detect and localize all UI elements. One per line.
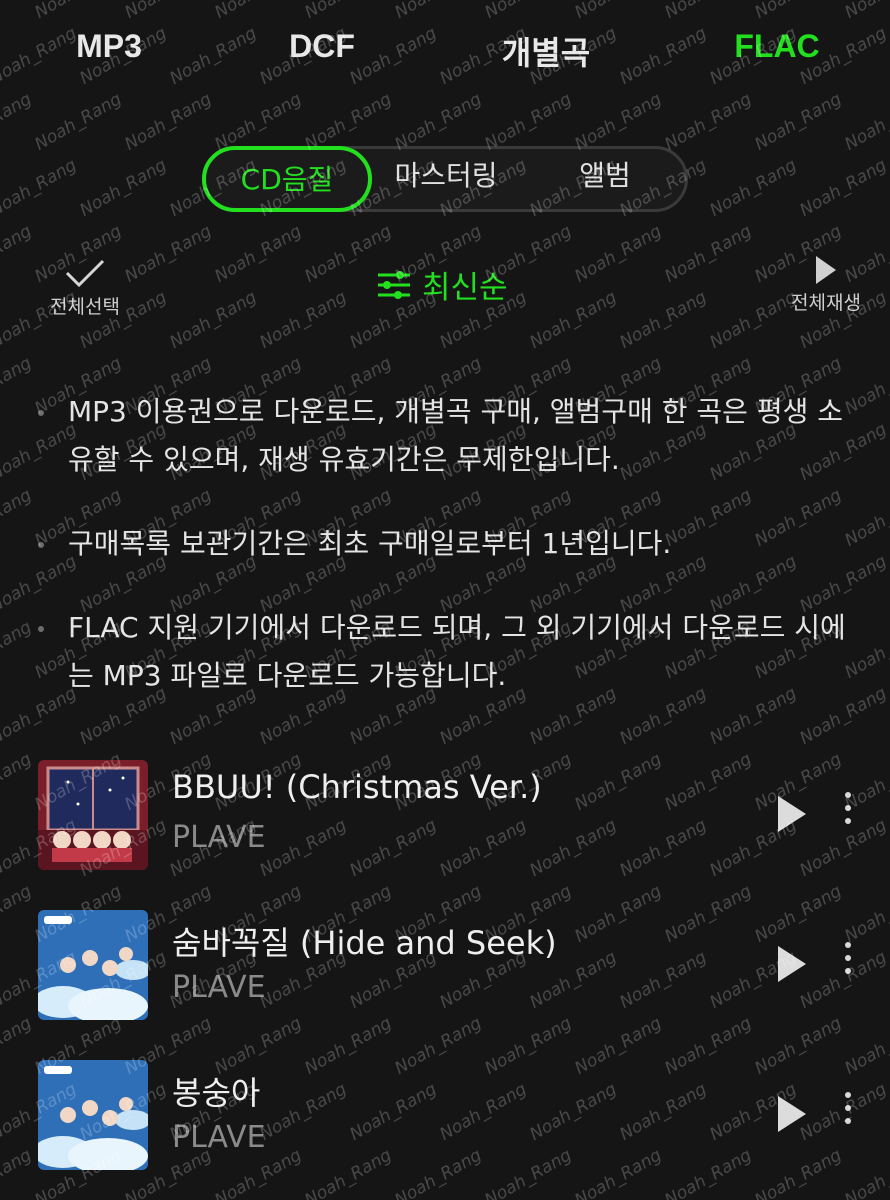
watermark-text: Noah_Rang [121,89,216,155]
play-icon[interactable] [774,792,810,836]
track-artist: PLAVE [172,820,266,855]
sort-button[interactable]: 최신순 [376,262,508,307]
play-icon [816,256,836,284]
watermark-text: Noah_Rang [31,0,125,23]
watermark-text: Noah_Rang [76,155,171,221]
notice-text: MP3 이용권으로 다운로드, 개별곡 구매, 앨범구매 한 곡은 평생 소유할… [68,395,844,476]
watermark-text: Noah_Rang [31,89,126,155]
sky-cover-art [38,910,148,1020]
watermark-text: Noah_Rang [751,89,846,155]
watermark-text: Noah_Rang [211,89,306,155]
watermark-text: Noah_Rang [526,287,621,353]
album-cover[interactable] [38,910,148,1020]
play-all-label: 전체재생 [791,292,861,314]
track-title: 봉숭아 [172,1074,261,1112]
watermark-text: Noah_Rang [0,485,36,551]
tab-flac[interactable]: FLAC [734,28,819,65]
watermark-text: Noah_Rang [301,0,395,23]
watermark-text: Noah_Rang [391,89,486,155]
watermark-text: Noah_Rang [841,0,890,23]
segment-album[interactable]: 앨범 [525,146,685,212]
watermark-text: Noah_Rang [886,419,890,485]
segment-cd-quality[interactable]: CD음질 [202,146,372,212]
watermark-text: Noah_Rang [661,0,755,23]
bullet-dot [38,410,44,416]
watermark-text: Noah_Rang [0,0,35,23]
purchase-list-screen: MP3 DCF 개별곡 FLAC CD음질 마스터링 앨범 전체선택 최신순 전… [0,0,890,1200]
album-cover[interactable] [38,760,148,870]
select-all-label: 전체선택 [50,296,120,318]
notice-item: FLAC 지원 기기에서 다운로드 되며, 그 외 기기에서 다운로드 시에는 … [38,604,848,700]
segment-mastering[interactable]: 마스터링 [371,146,521,212]
watermark-text: Noah_Rang [0,155,81,221]
notice-text: 구매목록 보관기간은 최초 구매일로부터 1년입니다. [68,527,672,560]
play-all-button[interactable]: 전체재생 [776,254,876,315]
christmas-cover-art [38,760,148,870]
track-row[interactable]: BBUU! (Christmas Ver.) PLAVE [0,760,890,880]
watermark-text: Noah_Rang [571,221,666,287]
more-options-icon[interactable] [836,1086,860,1142]
watermark-text: Noah_Rang [481,89,576,155]
watermark-text: Noah_Rang [886,287,890,353]
track-title: BBUU! (Christmas Ver.) [172,768,542,806]
track-row[interactable]: 봉숭아 PLAVE [0,1060,890,1180]
checkmark-icon [65,259,105,288]
watermark-text: Noah_Rang [121,0,215,23]
watermark-text: Noah_Rang [571,89,666,155]
watermark-text: Noah_Rang [571,0,665,23]
format-tabs: MP3 DCF 개별곡 FLAC [0,28,890,78]
quality-segmented-control: CD음질 마스터링 앨범 [202,146,688,212]
sky-cover-art [38,1060,148,1170]
notice-item: 구매목록 보관기간은 최초 구매일로부터 1년입니다. [38,520,848,568]
watermark-text: Noah_Rang [121,221,216,287]
watermark-text: Noah_Rang [751,0,845,23]
watermark-text: Noah_Rang [661,89,756,155]
tab-mp3[interactable]: MP3 [76,28,142,65]
select-all-button[interactable]: 전체선택 [40,256,130,319]
track-artist: PLAVE [172,1120,266,1155]
sort-label: 최신순 [422,270,508,306]
watermark-text: Noah_Rang [0,617,36,683]
watermark-text: Noah_Rang [211,0,305,23]
watermark-text: Noah_Rang [706,155,801,221]
play-icon[interactable] [774,942,810,986]
filter-sliders-icon [378,270,410,299]
more-options-icon[interactable] [836,786,860,842]
watermark-text: Noah_Rang [616,287,711,353]
watermark-text: Noah_Rang [256,287,351,353]
watermark-text: Noah_Rang [391,0,485,23]
watermark-text: Noah_Rang [301,89,396,155]
watermark-text: Noah_Rang [0,221,36,287]
notice-item: MP3 이용권으로 다운로드, 개별곡 구매, 앨범구매 한 곡은 평생 소유할… [38,388,848,484]
watermark-text: Noah_Rang [796,155,890,221]
watermark-text: Noah_Rang [886,155,890,221]
tab-dcf[interactable]: DCF [289,28,355,65]
watermark-text: Noah_Rang [841,485,890,551]
album-cover[interactable] [38,1060,148,1170]
track-artist: PLAVE [172,970,266,1005]
tab-individual-songs[interactable]: 개별곡 [502,28,590,74]
watermark-text: Noah_Rang [841,617,890,683]
bullet-dot [38,626,44,632]
more-options-icon[interactable] [836,936,860,992]
play-icon[interactable] [774,1092,810,1136]
watermark-text: Noah_Rang [841,89,890,155]
watermark-text: Noah_Rang [211,221,306,287]
watermark-text: Noah_Rang [481,0,575,23]
watermark-text: Noah_Rang [886,551,890,617]
track-row[interactable]: 숨바꼭질 (Hide and Seek) PLAVE [0,910,890,1030]
watermark-text: Noah_Rang [661,221,756,287]
track-title: 숨바꼭질 (Hide and Seek) [172,924,557,962]
bullet-dot [38,542,44,548]
watermark-text: Noah_Rang [0,353,36,419]
notice-text: FLAC 지원 기기에서 다운로드 되며, 그 외 기기에서 다운로드 시에는 … [68,611,846,692]
watermark-text: Noah_Rang [166,287,261,353]
watermark-text: Noah_Rang [841,353,890,419]
watermark-text: Noah_Rang [0,89,36,155]
watermark-text: Noah_Rang [886,683,890,749]
